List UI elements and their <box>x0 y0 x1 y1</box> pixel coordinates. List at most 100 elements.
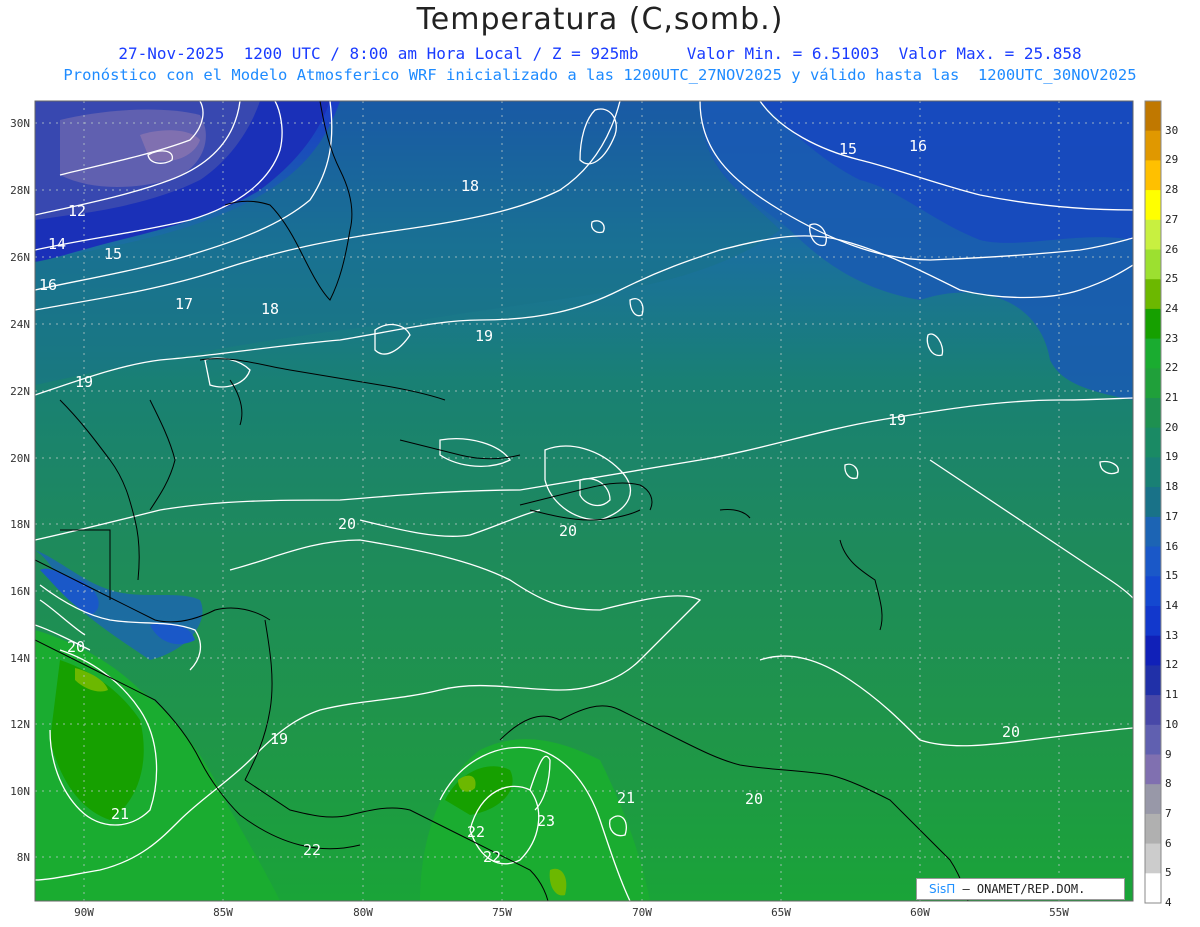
contour-label: 20 <box>559 522 577 540</box>
colorbar-label: 9 <box>1165 747 1172 761</box>
temperature-map: 15 16 18 1214 15 16 17 18 19 19 19 19 20 20 20 20 20 21 21… <box>34 100 1162 904</box>
colorbar-swatch <box>1145 754 1161 785</box>
contour-label: 23 <box>537 812 555 830</box>
colorbar-label: 20 <box>1165 420 1179 434</box>
colorbar-label: 11 <box>1165 688 1179 702</box>
contour-label: 19 <box>75 373 93 391</box>
contour-label: 14 <box>48 235 66 253</box>
colorbar-label: 30 <box>1165 123 1179 137</box>
colorbar-label: 14 <box>1165 599 1179 612</box>
colorbar-label: 8 <box>1165 777 1172 791</box>
lon-tick-label: 55W <box>1049 906 1069 919</box>
colorbar-label: 22 <box>1165 361 1179 375</box>
contour-label: 15 <box>839 140 857 158</box>
colorbar-swatch <box>1145 308 1161 340</box>
contour-label: 19 <box>888 411 906 429</box>
contour-label: 18 <box>461 177 479 195</box>
contour-label: 20 <box>1002 723 1020 741</box>
colorbar-label: 23 <box>1165 331 1179 345</box>
colorbar-swatch <box>1145 368 1161 399</box>
contour-label: 19 <box>475 327 493 345</box>
colorbar-swatch <box>1145 813 1161 845</box>
colorbar-swatch <box>1145 398 1161 429</box>
lat-tick-label: 14N <box>10 652 30 665</box>
colorbar-swatch <box>1145 576 1161 607</box>
colorbar-label: 10 <box>1165 717 1179 731</box>
sispi-logo: SisΠ <box>929 882 956 896</box>
colorbar-swatch <box>1145 784 1161 815</box>
colorbar-swatch <box>1145 160 1161 191</box>
colorbar-swatch <box>1145 101 1161 132</box>
contour-label: 12 <box>68 202 86 220</box>
contour-label: 20 <box>338 515 356 533</box>
colorbar-swatch <box>1145 516 1161 548</box>
subtitle-run-info: 27-Nov-2025 1200 UTC / 8:00 am Hora Loca… <box>118 44 1082 63</box>
colorbar-label: 25 <box>1165 272 1179 286</box>
colorbar-swatch <box>1145 279 1161 310</box>
colorbar-swatch <box>1145 338 1161 369</box>
colorbar-swatch <box>1145 546 1161 577</box>
colorbar-label: 5 <box>1165 866 1172 880</box>
contour-label: 21 <box>617 789 635 807</box>
colorbar-swatch <box>1145 606 1161 637</box>
colorbar-label: 21 <box>1165 391 1179 404</box>
lon-tick-label: 90W <box>74 906 94 919</box>
colorbar-label: 4 <box>1165 896 1172 909</box>
map-title: Temperatura (C,somb.) <box>416 2 784 37</box>
lat-tick-label: 12N <box>10 718 30 731</box>
colorbar-swatch <box>1145 873 1161 904</box>
colorbar-label: 27 <box>1165 212 1179 226</box>
lon-tick-label: 75W <box>492 906 512 919</box>
contour-label: 22 <box>467 823 485 841</box>
colorbar-label: 16 <box>1165 539 1179 553</box>
colorbar-swatch <box>1145 130 1161 161</box>
colorbar-label: 15 <box>1165 569 1179 583</box>
lon-tick-label: 60W <box>910 906 930 919</box>
colorbar-swatch <box>1145 249 1161 280</box>
colorbar-swatch <box>1145 635 1161 666</box>
lat-tick-label: 22N <box>10 385 30 398</box>
contour-label: 20 <box>67 638 85 656</box>
credit-text: – ONAMET/REP.DOM. <box>962 882 1086 896</box>
contour-label: 21 <box>111 805 129 823</box>
colorbar-swatch <box>1145 487 1161 518</box>
lat-tick-label: 8N <box>16 851 30 864</box>
colorbar-label: 28 <box>1165 183 1179 197</box>
lat-tick-label: 18N <box>10 518 30 531</box>
lon-tick-label: 65W <box>771 906 791 919</box>
lat-tick-label: 24N <box>10 318 30 331</box>
contour-label: 20 <box>745 790 763 808</box>
contour-label: 19 <box>270 730 288 748</box>
lat-tick-label: 20N <box>10 452 30 465</box>
colorbar-label: 7 <box>1165 806 1172 820</box>
colorbar-swatch <box>1145 843 1161 874</box>
colorbar-swatch <box>1145 665 1161 696</box>
colorbar-label: 12 <box>1165 658 1179 672</box>
colorbar-label: 17 <box>1165 509 1179 523</box>
contour-label: 22 <box>303 841 321 859</box>
contour-label: 15 <box>104 245 122 263</box>
colorbar-label: 26 <box>1165 242 1179 256</box>
subtitle-model-info: Pronóstico con el Modelo Atmosferico WRF… <box>63 66 1137 84</box>
lon-tick-label: 80W <box>353 906 373 919</box>
lat-tick-label: 16N <box>10 585 30 598</box>
colorbar-label: 24 <box>1165 301 1179 315</box>
colorbar <box>1145 101 1161 904</box>
contour-label: 16 <box>39 276 57 294</box>
lat-tick-label: 10N <box>10 785 30 798</box>
colorbar-label: 29 <box>1165 153 1179 167</box>
colorbar-label: 13 <box>1165 628 1179 642</box>
contour-label: 17 <box>175 295 193 313</box>
colorbar-swatch <box>1145 724 1161 755</box>
lon-tick-label: 70W <box>632 906 652 919</box>
credit-box: SisΠ – ONAMET/REP.DOM. <box>916 878 1125 900</box>
colorbar-swatch <box>1145 695 1161 726</box>
colorbar-swatch <box>1145 457 1161 488</box>
lat-tick-label: 26N <box>10 251 30 264</box>
colorbar-label: 6 <box>1165 836 1172 850</box>
colorbar-swatch <box>1145 219 1161 250</box>
colorbar-swatch <box>1145 190 1161 221</box>
contour-label: 22 <box>483 848 501 866</box>
contour-label: 16 <box>909 137 927 155</box>
contour-label: 18 <box>261 300 279 318</box>
